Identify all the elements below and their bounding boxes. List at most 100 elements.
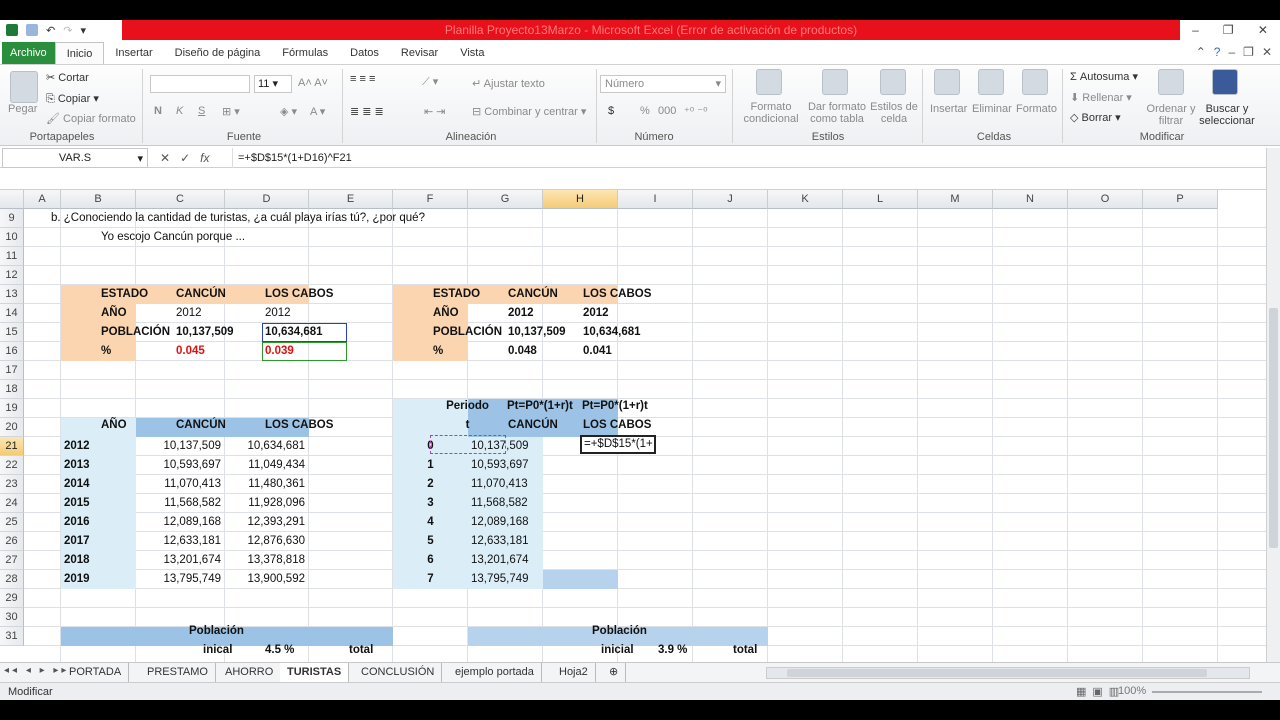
number-format-select[interactable]: Número ▾ [600, 75, 726, 93]
autosum-button[interactable]: Σ Autosuma ▾ [1070, 70, 1138, 83]
tab-inicio[interactable]: Inicio [54, 42, 105, 64]
row-header-28[interactable]: 28 [0, 570, 24, 589]
enter-icon[interactable]: ✓ [180, 151, 190, 165]
table-years-cell[interactable]: 10,593,697 [136, 456, 224, 475]
row-header-9[interactable]: 9 [0, 209, 24, 228]
cancel-icon[interactable]: ✕ [160, 151, 170, 165]
cell-b14[interactable]: AÑO [98, 304, 130, 323]
row-header-18[interactable]: 18 [0, 380, 24, 399]
font-size-select[interactable]: 11 ▾ [254, 75, 292, 93]
column-header-g[interactable]: G [468, 190, 543, 209]
sheet-tab-prestamo[interactable]: PRESTAMO [140, 663, 216, 682]
cell-f15[interactable]: POBLACIÓN [430, 323, 505, 342]
column-header-j[interactable]: J [693, 190, 768, 209]
sheet-tab-portada[interactable]: PORTADA [62, 663, 130, 682]
table-periods-cancun-cell[interactable]: 13,795,749 [468, 570, 532, 589]
column-header-h[interactable]: H [543, 190, 618, 209]
row-header-26[interactable]: 26 [0, 532, 24, 551]
doc-close-icon[interactable]: ✕ [1262, 45, 1272, 59]
cell-h15[interactable]: 10,634,681 [580, 323, 644, 342]
table-years-cell[interactable]: 12,393,291 [225, 513, 308, 532]
table-years-cell[interactable]: 2019 [61, 570, 135, 589]
column-header-p[interactable]: P [1143, 190, 1218, 209]
row-header-21[interactable]: 21 [0, 437, 24, 456]
table-periods-cancun-cell[interactable]: 12,633,181 [468, 532, 532, 551]
tab-datos[interactable]: Datos [339, 42, 390, 64]
column-header-k[interactable]: K [768, 190, 843, 209]
cell-c15[interactable]: 10,137,509 [173, 323, 237, 342]
table-periods-t-cell[interactable]: 6 [393, 551, 468, 570]
tab-diseno-pagina[interactable]: Diseño de página [164, 42, 272, 64]
column-header-c[interactable]: C [136, 190, 225, 209]
table-years-cell[interactable]: 10,137,509 [136, 437, 224, 456]
cell-c32-inical[interactable]: inical [200, 641, 235, 660]
cell-e32-total[interactable]: total [346, 641, 376, 660]
sheet-tab-ahorro[interactable]: AHORRO [218, 663, 282, 682]
doc-minimize-icon[interactable]: – [1228, 45, 1235, 59]
table-years-cell[interactable]: 2017 [61, 532, 135, 551]
zoom-level[interactable]: 100% [1118, 685, 1146, 697]
align-top-icon[interactable]: ≡ ≡ ≡ [350, 73, 375, 85]
currency-button[interactable]: $ [608, 105, 614, 117]
copy-button[interactable]: ⎘ Copiar ▾ [46, 92, 99, 106]
find-select-button[interactable]: Buscar y seleccionar [1196, 103, 1258, 127]
tab-archivo[interactable]: Archivo [2, 42, 55, 64]
restore-icon[interactable]: ❐ [1223, 23, 1234, 37]
tab-insertar[interactable]: Insertar [104, 42, 163, 64]
row-header-16[interactable]: 16 [0, 342, 24, 361]
customize-qat-icon[interactable]: ▾ [80, 24, 86, 37]
row-header-27[interactable]: 27 [0, 551, 24, 570]
cell-f13[interactable]: ESTADO [430, 285, 483, 304]
format-painter-button[interactable]: 🖌 Copiar formato [46, 112, 136, 125]
cell-i32-total[interactable]: total [730, 641, 760, 660]
cell-c13[interactable]: CANCÚN [173, 285, 229, 304]
font-color-icon[interactable]: A ▾ [310, 105, 325, 118]
percent-button[interactable]: % [640, 105, 650, 117]
cell-h31-poblacion[interactable]: Población [589, 622, 650, 641]
cell-d13[interactable]: LOS CABOS [262, 285, 336, 304]
sort-filter-button[interactable]: Ordenar y filtrar [1146, 103, 1196, 127]
cell-f19[interactable]: Periodo [430, 397, 505, 416]
table-periods-t-cell[interactable]: 5 [393, 532, 468, 551]
cell-h32-pct[interactable]: 3.9 % [655, 641, 690, 660]
row-header-13[interactable]: 13 [0, 285, 24, 304]
cell-b15[interactable]: POBLACIÓN [98, 323, 173, 342]
row-header-17[interactable]: 17 [0, 361, 24, 380]
row-header-25[interactable]: 25 [0, 513, 24, 532]
column-header-l[interactable]: L [843, 190, 918, 209]
cell-h19[interactable]: Pt=P0*(1+r)t [580, 397, 650, 416]
thousands-button[interactable]: 000 [658, 105, 676, 117]
cell-g16[interactable]: 0.048 [505, 342, 540, 361]
cell-g13[interactable]: CANCÚN [505, 285, 561, 304]
column-header-a[interactable]: A [24, 190, 61, 209]
wrap-text-button[interactable]: ↵ Ajustar texto [472, 77, 545, 90]
zoom-slider[interactable] [1152, 691, 1262, 693]
row-header-10[interactable]: 10 [0, 228, 24, 247]
insert-cells-button[interactable]: Insertar [930, 103, 967, 115]
cell-h32-inicial[interactable]: inicial [598, 641, 637, 660]
indent-icon[interactable]: ⇤ ⇥ [424, 105, 446, 118]
table-years-cell[interactable]: 2014 [61, 475, 135, 494]
sheet-tab-conclusión[interactable]: CONCLUSIÓN [354, 663, 443, 682]
table-years-cell[interactable]: 11,568,582 [136, 494, 224, 513]
row-header-15[interactable]: 15 [0, 323, 24, 342]
table-periods-cancun-cell[interactable]: 13,201,674 [468, 551, 532, 570]
row-header-19[interactable]: 19 [0, 399, 24, 418]
name-box[interactable]: VAR.S ▾ [2, 148, 148, 168]
border-icon[interactable]: ⊞ ▾ [222, 105, 240, 118]
merge-center-button[interactable]: ⊟ Combinar y centrar ▾ [472, 105, 586, 118]
row-header-30[interactable]: 30 [0, 608, 24, 627]
cut-button[interactable]: ✂ Cortar [46, 71, 89, 84]
table-years-cell[interactable]: 11,480,361 [225, 475, 308, 494]
column-header-m[interactable]: M [918, 190, 993, 209]
cell-g15[interactable]: 10,137,509 [505, 323, 569, 342]
cell-styles-button[interactable]: Estilos de celda [866, 101, 922, 125]
cell-f14[interactable]: AÑO [430, 304, 462, 323]
cell-d32-pct[interactable]: 4.5 % [262, 641, 297, 660]
align-left-icon[interactable]: ≣ ≣ ≣ [350, 105, 384, 118]
doc-restore-icon[interactable]: ❐ [1243, 45, 1254, 59]
cell-h21-editing[interactable]: =+$D$15*(1+ [580, 435, 656, 454]
table-years-cell[interactable]: 2016 [61, 513, 135, 532]
minimize-ribbon-icon[interactable]: ⌃ [1196, 45, 1206, 59]
cell-f20[interactable]: t [430, 416, 505, 435]
